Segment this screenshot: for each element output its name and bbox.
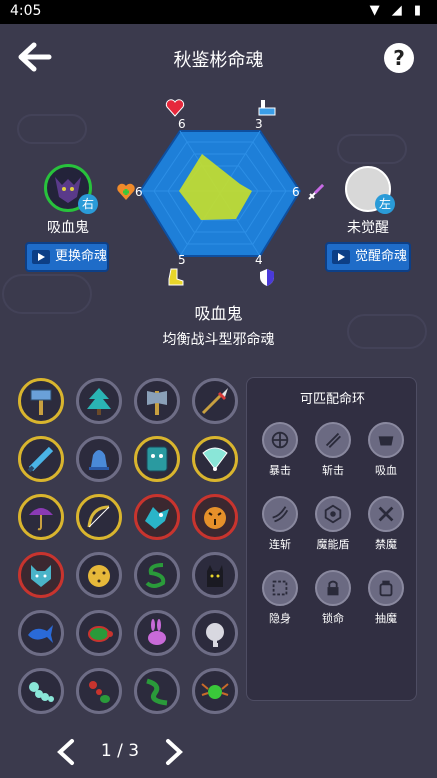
ring-label: 吸血 — [375, 464, 397, 477]
page-indicator: 1 / 3 — [100, 741, 140, 761]
elephant-icon[interactable] — [192, 610, 238, 656]
stat-value-recovery: 6 — [135, 185, 143, 199]
snake-icon[interactable] — [134, 552, 180, 598]
slot-badge: 右 — [78, 194, 98, 214]
slot-badge: 左 — [375, 194, 395, 214]
ring-label: 隐身 — [269, 612, 291, 625]
potion-icon — [258, 100, 276, 116]
ring-drain-magic[interactable]: 抽魔 — [356, 570, 416, 626]
chevron-left-icon — [57, 739, 74, 765]
fan-icon[interactable] — [192, 436, 238, 482]
ring-label: 斩击 — [322, 464, 344, 477]
rings-panel-title: 可匹配命环 — [299, 392, 365, 407]
tribal-shield-icon[interactable] — [134, 436, 180, 482]
ring-label: 抽魔 — [375, 612, 397, 625]
umbrella-icon[interactable] — [18, 494, 64, 540]
change-soul-button[interactable]: 更换命魂 — [25, 242, 109, 272]
soul-name: 吸血鬼 — [194, 304, 243, 323]
cloud-decoration — [17, 114, 87, 144]
bell-icon[interactable] — [76, 436, 122, 482]
rings-panel: 可匹配命环 暴击 斩击 吸血 连斩 魔能盾 禁魔 隐身 锁命 抽魔 — [246, 377, 417, 701]
stat-value-health: 6 — [178, 117, 186, 131]
cloud-decoration — [337, 134, 407, 164]
ring-stealth[interactable]: 隐身 — [250, 570, 310, 626]
black-cat-icon[interactable] — [192, 552, 238, 598]
ring-label: 暴击 — [269, 464, 291, 477]
sword-blade-icon[interactable] — [18, 436, 64, 482]
pine-tree-icon[interactable] — [76, 378, 122, 424]
stat-value-attack: 6 — [292, 185, 300, 199]
ring-label: 魔能盾 — [316, 538, 350, 551]
stealth-icon — [272, 580, 288, 596]
ring-silence[interactable]: 禁魔 — [356, 496, 416, 552]
stat-value-defense: 4 — [255, 253, 263, 267]
awaken-soul-label: 觉醒命魂 — [355, 249, 408, 264]
centipede-icon[interactable] — [134, 668, 180, 714]
heart-icon — [165, 99, 185, 117]
caterpillar-icon[interactable] — [18, 668, 64, 714]
stat-value-speed: 5 — [178, 253, 186, 267]
slash-icon — [325, 432, 341, 448]
ring-label: 连斩 — [269, 538, 291, 551]
axe-icon[interactable] — [134, 378, 180, 424]
tiger-icon[interactable] — [192, 494, 238, 540]
ant-icon[interactable] — [76, 668, 122, 714]
ring-label: 锁命 — [322, 612, 344, 625]
silence-icon — [378, 506, 394, 522]
whale-icon[interactable] — [18, 610, 64, 656]
chevron-right-icon — [166, 739, 183, 765]
help-button[interactable]: ? — [384, 43, 414, 73]
dragon-icon[interactable] — [134, 494, 180, 540]
right-soul-avatar[interactable]: 左 — [345, 166, 395, 214]
heal-icon — [117, 183, 135, 200]
status-bar: 4:05 ▼ ◢ ▮ — [0, 0, 437, 24]
status-icons: ▼ ◢ ▮ — [369, 3, 425, 18]
previous-page-button[interactable] — [54, 738, 78, 766]
video-play-icon — [332, 250, 350, 264]
drain-magic-icon — [379, 580, 393, 597]
ring-slash[interactable]: 斩击 — [303, 422, 363, 478]
left-soul-name: 吸血鬼 — [47, 220, 89, 236]
boot-icon — [168, 268, 184, 286]
lock-life-icon — [327, 580, 339, 596]
sword-icon — [308, 183, 325, 200]
bite-icon — [378, 436, 394, 446]
magic-shield-icon — [324, 504, 342, 524]
change-soul-label: 更换命魂 — [55, 249, 108, 264]
hammer-icon[interactable] — [18, 378, 64, 424]
status-time: 4:05 — [10, 3, 42, 19]
ring-critical[interactable]: 暴击 — [250, 422, 310, 478]
ring-magic-shield[interactable]: 魔能盾 — [303, 496, 363, 552]
video-play-icon — [32, 250, 50, 264]
ring-lock-life[interactable]: 锁命 — [303, 570, 363, 626]
rabbit-icon[interactable] — [134, 610, 180, 656]
ring-lifesteal[interactable]: 吸血 — [356, 422, 416, 478]
wolf-icon[interactable] — [18, 552, 64, 598]
turtle-icon[interactable] — [76, 610, 122, 656]
stat-value-magic: 3 — [255, 117, 263, 131]
awaken-soul-button[interactable]: 觉醒命魂 — [325, 242, 411, 272]
shield-icon — [260, 269, 274, 286]
combo-slash-icon — [272, 506, 289, 523]
spider-icon[interactable] — [192, 668, 238, 714]
ring-combo-slash[interactable]: 连斩 — [250, 496, 310, 552]
critical-icon — [271, 431, 289, 449]
bow-icon[interactable] — [76, 494, 122, 540]
right-soul-name: 未觉醒 — [347, 220, 389, 236]
next-page-button[interactable] — [162, 738, 186, 766]
spear-icon[interactable] — [192, 378, 238, 424]
soul-description: 均衡战斗型邪命魂 — [162, 332, 275, 348]
left-soul-avatar[interactable]: 右 — [44, 164, 98, 214]
page-title: 秋鉴彬命魂 — [173, 50, 264, 71]
leopard-icon[interactable] — [76, 552, 122, 598]
ring-label: 禁魔 — [375, 538, 397, 551]
